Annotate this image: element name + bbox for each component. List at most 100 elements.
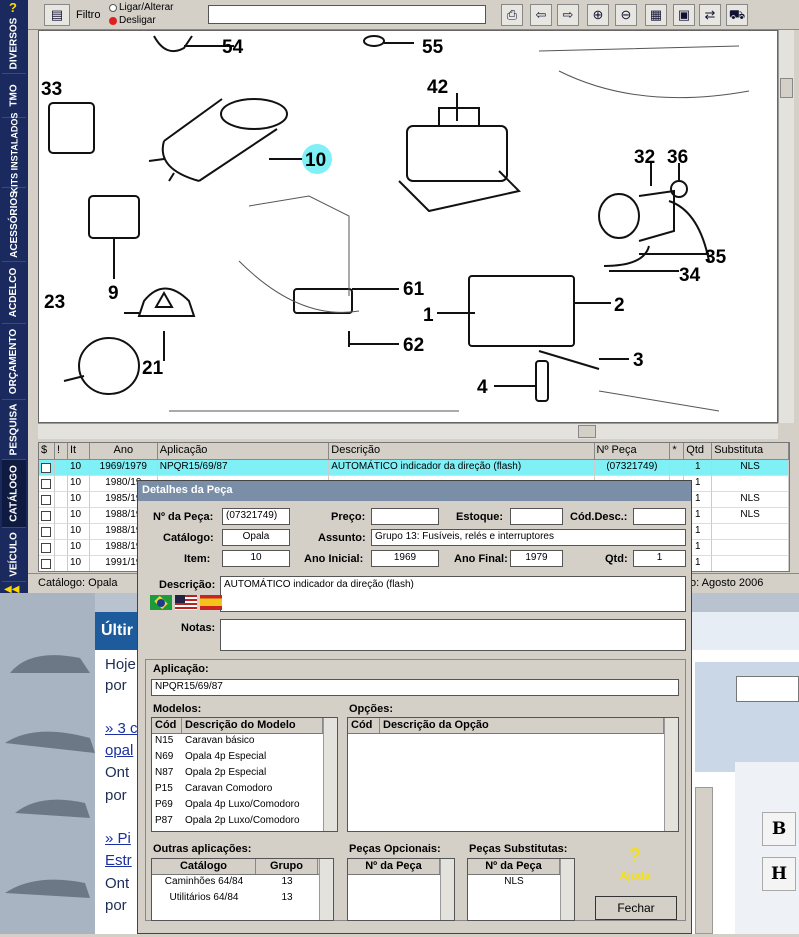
- tree-view-icon[interactable]: ▤: [44, 4, 70, 26]
- zoom-in-icon[interactable]: ⊕: [587, 4, 609, 26]
- row-checkbox[interactable]: [41, 463, 51, 473]
- grid-icon[interactable]: ▦: [645, 4, 667, 26]
- list-cell: 13: [281, 876, 293, 887]
- row-checkbox[interactable]: [41, 511, 51, 521]
- help-icon[interactable]: ?: [620, 845, 650, 868]
- outras-scrollbar[interactable]: [319, 859, 333, 920]
- col-alert[interactable]: !: [54, 443, 68, 460]
- list-item[interactable]: P69 Opala 4p Luxo/Comodoro: [152, 798, 337, 814]
- close-button[interactable]: Fechar: [595, 896, 677, 920]
- col-descricao-opcao[interactable]: Descrição da Opção: [380, 718, 664, 733]
- col-aplicacao[interactable]: Aplicação: [157, 443, 330, 460]
- tab-catalogo[interactable]: CATÁLOGO: [2, 460, 26, 528]
- table-cell: NPQR15/69/87: [157, 460, 330, 476]
- table-row[interactable]: 10 1969/1979 NPQR15/69/87 AUTOMÁTICO indica…: [39, 460, 789, 476]
- col-item[interactable]: It: [67, 443, 90, 460]
- col-substituta[interactable]: Substituta: [712, 443, 789, 460]
- list-item[interactable]: P15 Caravan Comodoro: [152, 782, 337, 798]
- scroll-thumb[interactable]: [780, 78, 793, 98]
- modelos-scrollbar[interactable]: [323, 718, 337, 831]
- list-item[interactable]: N69 Opala 4p Especial: [152, 750, 337, 766]
- col-price-flag[interactable]: $: [39, 443, 55, 460]
- zoom-out-icon[interactable]: ⊖: [615, 4, 637, 26]
- field-num-peca[interactable]: (07321749): [222, 508, 290, 525]
- news-link[interactable]: Estr: [105, 852, 132, 869]
- news-link[interactable]: » Pi: [105, 830, 131, 847]
- list-cell: P69: [155, 799, 173, 810]
- radio-ligar[interactable]: Ligar/Alterar: [109, 2, 173, 13]
- spain-flag-icon[interactable]: [200, 595, 222, 610]
- col-cod[interactable]: Cód: [152, 718, 182, 733]
- col-catalogo[interactable]: Catálogo: [152, 859, 256, 874]
- opcoes-scrollbar[interactable]: [664, 718, 678, 831]
- field-preco[interactable]: [371, 508, 439, 525]
- page-scrollbar[interactable]: [695, 787, 713, 934]
- col-descricao-modelo[interactable]: Descrição do Modelo: [182, 718, 323, 733]
- news-link[interactable]: » 3 c: [105, 720, 138, 737]
- tab-kits-instalados[interactable]: KITS INSTALADOS: [2, 112, 26, 193]
- list-item[interactable]: N87 Opala 2p Especial: [152, 766, 337, 782]
- row-checkbox[interactable]: [41, 479, 51, 489]
- exchange-icon[interactable]: ⇄: [699, 4, 721, 26]
- search-input[interactable]: [736, 676, 799, 702]
- radio-desligar[interactable]: Desligar: [109, 15, 156, 26]
- field-qtd[interactable]: 1: [633, 550, 686, 567]
- field-ano-inicial[interactable]: 1969: [371, 550, 439, 567]
- arrow-right-icon[interactable]: ⇨: [557, 4, 579, 26]
- row-checkbox[interactable]: [41, 495, 51, 505]
- row-checkbox[interactable]: [41, 543, 51, 553]
- tab-orcamento[interactable]: ORÇAMENTO: [2, 324, 26, 400]
- col-cod-opcao[interactable]: Cód: [348, 718, 380, 733]
- field-item[interactable]: 10: [222, 550, 290, 567]
- row-checkbox[interactable]: [41, 527, 51, 537]
- field-descricao[interactable]: AUTOMÁTICO indicador da direção (flash): [220, 576, 686, 612]
- row-checkbox[interactable]: [41, 559, 51, 569]
- arrow-left-icon[interactable]: ⇦: [530, 4, 552, 26]
- list-item[interactable]: P87 Opala 2p Luxo/Comodoro: [152, 814, 337, 830]
- calculator-icon[interactable]: ▣: [673, 4, 695, 26]
- field-cod-desc[interactable]: [633, 508, 686, 525]
- tab-acessorios[interactable]: ACESSÓRIOS: [2, 188, 26, 262]
- field-estoque[interactable]: [510, 508, 563, 525]
- callout-61: 61: [403, 279, 425, 300]
- drawing-horizontal-scrollbar[interactable]: [38, 423, 778, 439]
- col-qtd[interactable]: Qtd: [684, 443, 713, 460]
- list-item[interactable]: Caminhões 64/84 13: [152, 875, 333, 891]
- field-aplicacao[interactable]: NPQR15/69/87: [151, 679, 679, 696]
- list-item[interactable]: Utilitários 64/84 13: [152, 891, 333, 907]
- tab-tmo[interactable]: TMO: [2, 74, 26, 118]
- col-grupo[interactable]: Grupo: [256, 859, 318, 874]
- tab-veiculo[interactable]: VEÍCULO: [2, 528, 26, 582]
- heading-button[interactable]: H: [762, 857, 796, 891]
- news-link[interactable]: opal: [105, 742, 133, 759]
- field-ano-final[interactable]: 1979: [510, 550, 563, 567]
- exploded-parts-drawing[interactable]: 54 55 33 42 10 32 36 35 34 9 23 61 2 1 6…: [38, 30, 778, 423]
- usa-flag-icon[interactable]: [175, 595, 197, 610]
- col-num-peca-substituta[interactable]: Nº da Peça: [468, 859, 560, 874]
- tab-pesquisa[interactable]: PESQUISA: [2, 400, 26, 460]
- scroll-thumb[interactable]: [578, 425, 596, 438]
- substitutas-scrollbar[interactable]: [560, 859, 574, 920]
- drawing-vertical-scrollbar[interactable]: [778, 30, 794, 423]
- col-ano[interactable]: Ano: [89, 443, 158, 460]
- field-notas[interactable]: [220, 619, 686, 651]
- col-num-peca[interactable]: Nº Peça: [594, 443, 671, 460]
- list-item[interactable]: N15 Caravan básico: [152, 734, 337, 750]
- opcionais-scrollbar[interactable]: [440, 859, 454, 920]
- col-star[interactable]: *: [670, 443, 685, 460]
- field-catalogo[interactable]: Opala: [222, 529, 290, 546]
- list-item[interactable]: NLS: [468, 875, 560, 891]
- field-assunto[interactable]: Grupo 13: Fusíveis, relés e interruptore…: [371, 529, 686, 546]
- brazil-flag-icon[interactable]: [150, 595, 172, 610]
- bold-button[interactable]: B: [762, 812, 796, 846]
- filter-input[interactable]: [208, 5, 486, 24]
- col-descricao[interactable]: Descrição: [329, 443, 595, 460]
- help-icon[interactable]: ?: [4, 0, 22, 15]
- tab-acdelco[interactable]: ACDELCO: [2, 262, 26, 324]
- car-icon[interactable]: ⛟: [726, 4, 748, 26]
- label-estoque: Estoque:: [456, 511, 504, 523]
- col-num-peca-opcional[interactable]: Nº da Peça: [348, 859, 440, 874]
- print-icon[interactable]: ⎙: [501, 4, 523, 26]
- tab-diversos[interactable]: DIVERSOS: [2, 14, 26, 74]
- help-button[interactable]: Ajuda: [614, 870, 656, 882]
